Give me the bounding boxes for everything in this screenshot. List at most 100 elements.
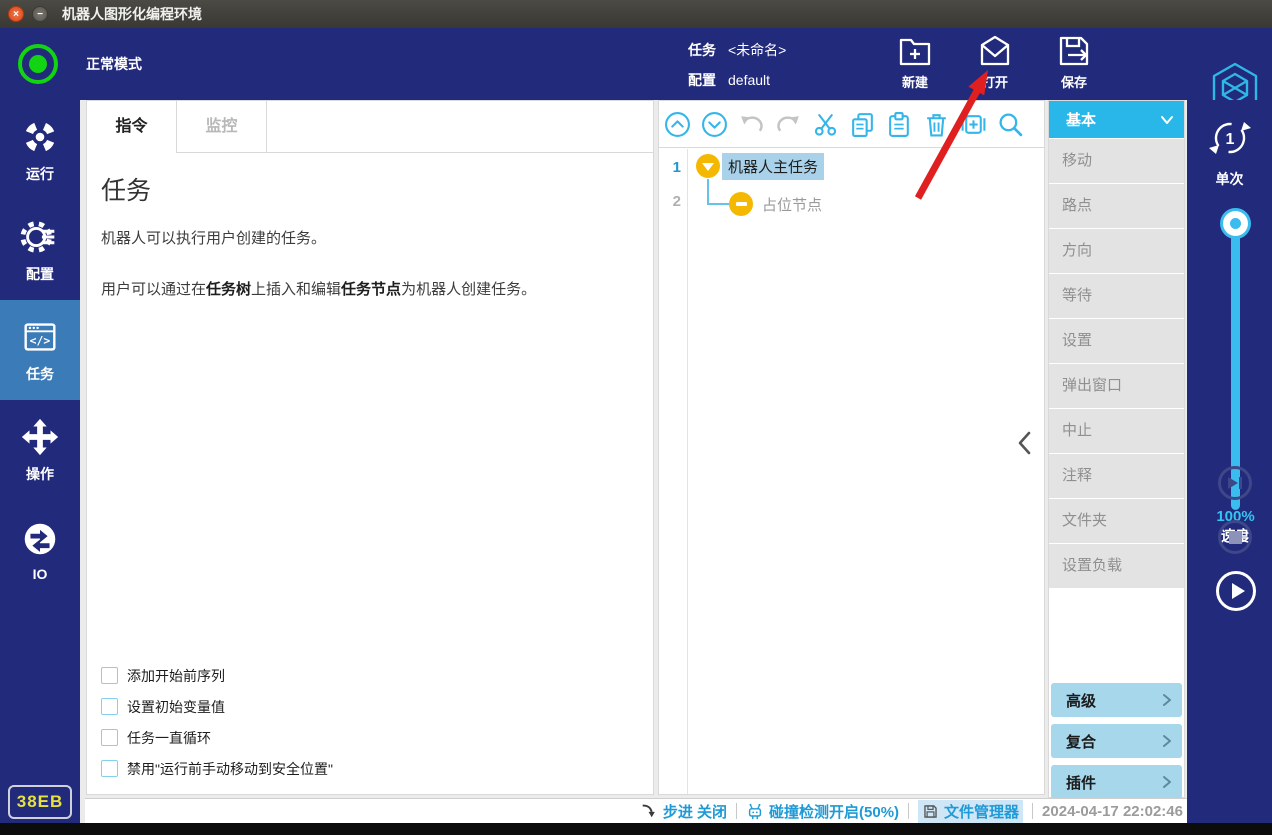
palette-group-composite[interactable]: 复合 [1051, 724, 1182, 758]
sidebar-item-io[interactable]: IO [0, 500, 80, 600]
chevron-right-icon [1162, 734, 1172, 748]
run-once-toggle[interactable]: 1 单次 [1187, 114, 1272, 189]
tree-row-placeholder[interactable]: 占位节点 [756, 191, 828, 218]
palette-group-plugin[interactable]: 插件 [1051, 765, 1182, 799]
tree-row-main-task[interactable]: 机器人主任务 [722, 153, 824, 180]
palette-item-move[interactable]: 移动 [1049, 139, 1184, 183]
save-button[interactable]: 保存 [1042, 32, 1106, 96]
task-tree-panel: 1 2 机器人主任务 占位节点 [658, 100, 1045, 795]
description-line-1: 机器人可以执行用户创建的任务。 [101, 227, 637, 248]
checkbox-disable-safe-move[interactable]: 禁用"运行前手动移动到安全位置" [101, 753, 333, 784]
io-exchange-icon [19, 518, 61, 560]
palette-item-set[interactable]: 设置 [1049, 319, 1184, 363]
new-button[interactable]: 新建 [883, 32, 947, 96]
sidebar-item-operate[interactable]: 操作 [0, 400, 80, 500]
sidebar-item-run[interactable]: 运行 [0, 100, 80, 200]
copy-icon[interactable] [849, 111, 876, 138]
robot-icon [746, 802, 764, 821]
redo-icon[interactable] [775, 111, 802, 138]
window-titlebar: × − 机器人图形化编程环境 [0, 0, 1272, 28]
palette-item-payload[interactable]: 设置负载 [1049, 544, 1184, 588]
sidebar-item-config[interactable]: 配置 [0, 200, 80, 300]
status-bar: 步进 关闭 碰撞检测开启(50%) 文件管理器 2024-04-17 22:02… [85, 798, 1187, 823]
floppy-icon [922, 803, 939, 820]
palette-item-wait[interactable]: 等待 [1049, 274, 1184, 318]
chevron-down-icon [1160, 115, 1174, 125]
paste-icon[interactable] [886, 111, 913, 138]
checkbox-icon[interactable] [101, 698, 118, 715]
open-file-icon [976, 32, 1014, 70]
step-mode-status[interactable]: 步进 关闭 [640, 801, 727, 822]
task-options: 添加开始前序列 设置初始变量值 任务一直循环 禁用"运行前手动移动到安全位置" [101, 660, 333, 784]
run-icon [19, 116, 61, 158]
palette-item-popup[interactable]: 弹出窗口 [1049, 364, 1184, 408]
task-field-label: 任务 [688, 40, 716, 60]
step-forward-icon [1226, 475, 1244, 491]
description-line-2: 用户可以通过在任务树上插入和编辑任务节点为机器人创建任务。 [101, 278, 637, 299]
status-badge: 38EB [8, 785, 72, 819]
instruction-panel: 指令 监控 任务 机器人可以执行用户创建的任务。 用户可以通过在任务树上插入和编… [86, 100, 654, 795]
collapse-panel-icon[interactable] [1014, 429, 1036, 457]
bottom-black-bar [0, 823, 1272, 835]
move-up-icon[interactable] [664, 111, 691, 138]
app-header: 正常模式 任务 <未命名> 配置 default 新建 打开 [0, 28, 1272, 100]
tree-node-icon-placeholder[interactable] [729, 192, 753, 216]
mode-label: 正常模式 [86, 54, 142, 74]
page-title: 任务 [101, 171, 637, 207]
close-icon[interactable]: × [8, 6, 24, 22]
tab-instruction[interactable]: 指令 [87, 101, 177, 153]
stop-button[interactable] [1218, 520, 1252, 554]
cut-icon[interactable] [812, 111, 839, 138]
checkbox-icon[interactable] [101, 667, 118, 684]
gear-icon [19, 216, 61, 258]
open-button[interactable]: 打开 [963, 32, 1027, 96]
undo-icon[interactable] [738, 111, 765, 138]
palette-item-folder[interactable]: 文件夹 [1049, 499, 1184, 543]
line-number: 2 [659, 193, 681, 210]
palette-item-direction[interactable]: 方向 [1049, 229, 1184, 273]
search-icon[interactable] [997, 111, 1024, 138]
insert-node-icon[interactable] [960, 111, 987, 138]
task-tree: 1 2 机器人主任务 占位节点 [659, 149, 1044, 794]
chevron-right-icon [1162, 775, 1172, 789]
task-field-value: <未命名> [728, 40, 786, 60]
minimize-icon[interactable]: − [32, 6, 48, 22]
stop-icon [1229, 531, 1242, 544]
palette-item-comment[interactable]: 注释 [1049, 454, 1184, 498]
palette-group-basic[interactable]: 基本 [1049, 101, 1184, 138]
move-arrows-icon [19, 416, 61, 458]
code-window-icon: </> [19, 316, 61, 358]
play-button[interactable] [1216, 571, 1256, 611]
checkbox-add-pre-sequence[interactable]: 添加开始前序列 [101, 660, 333, 691]
document-info: 任务 <未命名> 配置 default [688, 35, 786, 95]
run-once-icon: 1 [1206, 114, 1254, 162]
svg-text:</>: </> [30, 334, 51, 348]
config-field-value: default [728, 72, 770, 88]
checkbox-init-variables[interactable]: 设置初始变量值 [101, 691, 333, 722]
checkbox-icon[interactable] [101, 729, 118, 746]
collision-detection-status[interactable]: 碰撞检测开启(50%) [746, 801, 899, 822]
palette-group-advanced[interactable]: 高级 [1051, 683, 1182, 717]
clock-timestamp: 2024-04-17 22:02:46 [1042, 803, 1183, 820]
tab-monitor[interactable]: 监控 [177, 101, 267, 153]
palette-item-abort[interactable]: 中止 [1049, 409, 1184, 453]
chevron-right-icon [1162, 693, 1172, 707]
line-number: 1 [659, 159, 681, 176]
play-icon [1232, 583, 1245, 599]
save-icon [1055, 32, 1093, 70]
tree-toolbar [659, 101, 1044, 148]
node-palette-panel: 基本 移动 路点 方向 等待 设置 弹出窗口 中止 注释 文件夹 设置负载 高级… [1048, 100, 1185, 798]
delete-icon[interactable] [923, 111, 950, 138]
speed-slider-thumb[interactable] [1223, 211, 1248, 236]
window-title: 机器人图形化编程环境 [62, 4, 202, 24]
tree-node-icon-expand[interactable] [696, 154, 720, 178]
mode-indicator-icon [18, 44, 58, 84]
new-file-icon [896, 32, 934, 70]
palette-item-waypoint[interactable]: 路点 [1049, 184, 1184, 228]
sidebar-item-task[interactable]: </> 任务 [0, 300, 80, 400]
checkbox-icon[interactable] [101, 760, 118, 777]
move-down-icon[interactable] [701, 111, 728, 138]
checkbox-loop-forever[interactable]: 任务一直循环 [101, 722, 333, 753]
file-manager-button[interactable]: 文件管理器 [918, 800, 1023, 823]
step-button[interactable] [1218, 466, 1252, 500]
